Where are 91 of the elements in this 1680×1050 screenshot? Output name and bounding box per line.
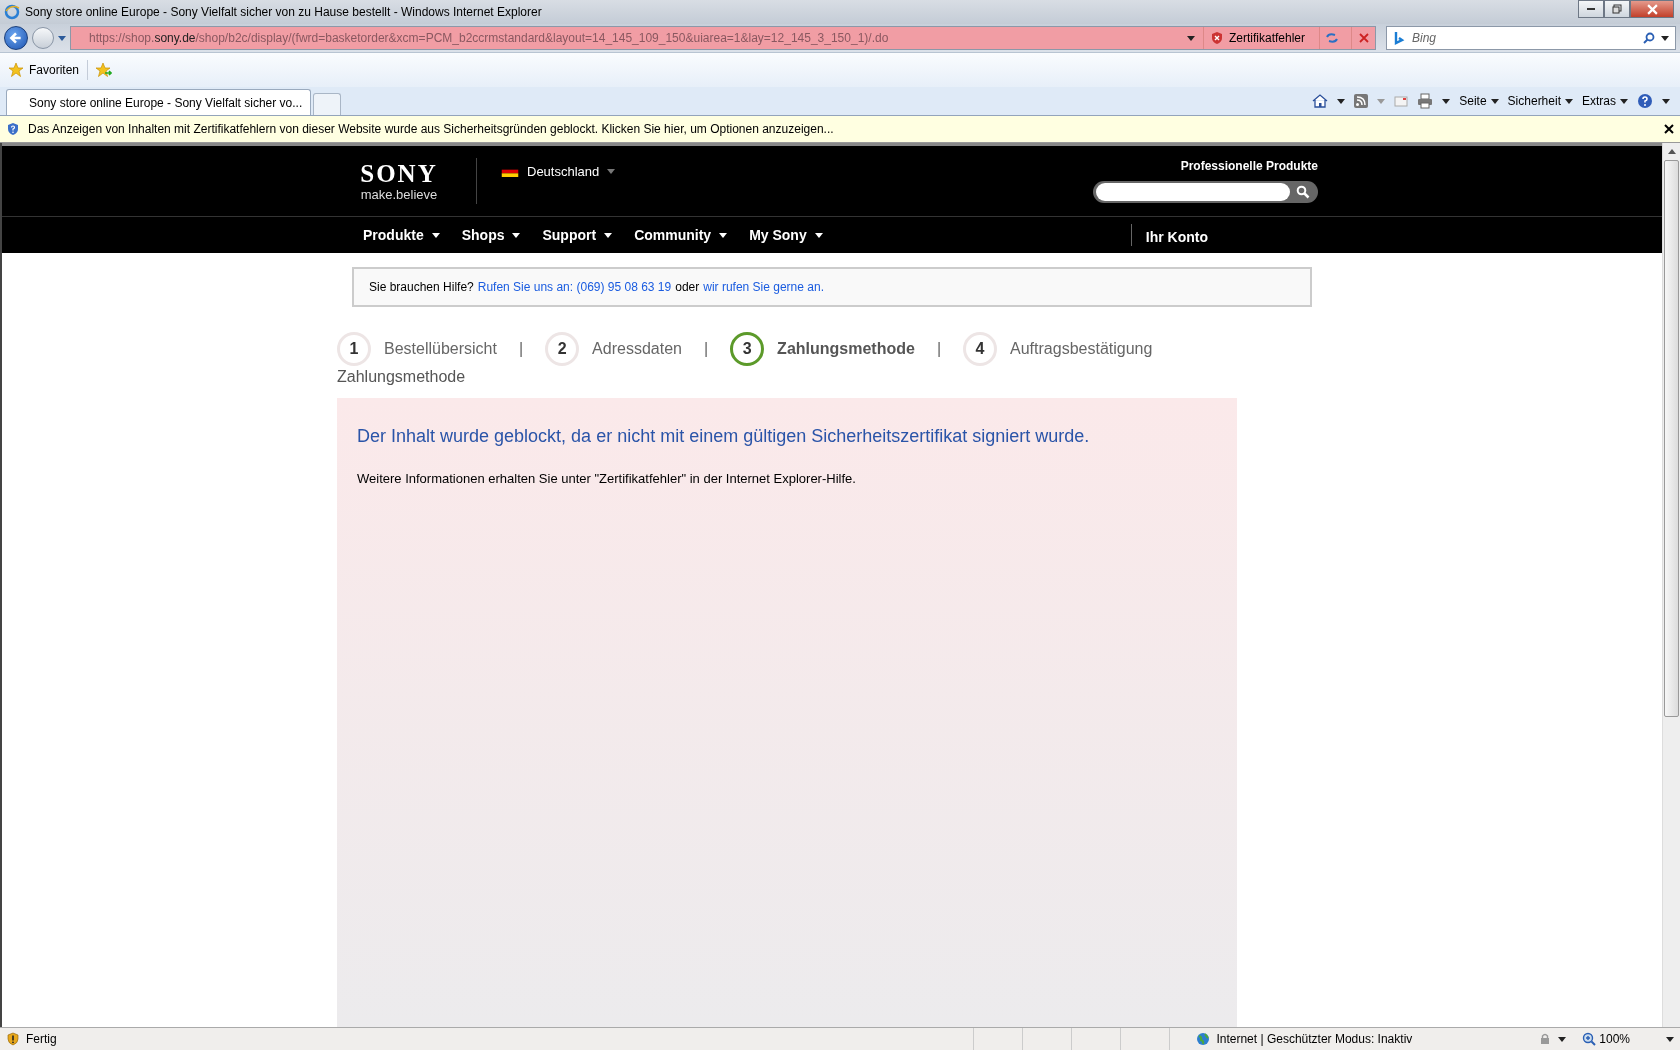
refresh-icon: [1324, 31, 1339, 45]
caret-icon: [814, 232, 823, 238]
back-button[interactable]: [4, 26, 28, 50]
caret-icon: [1620, 98, 1628, 104]
caret-icon: [604, 232, 613, 238]
nav-menu[interactable]: Community: [634, 227, 728, 243]
search-input[interactable]: [1096, 183, 1290, 201]
command-menu[interactable]: Seite: [1459, 94, 1499, 108]
phone-link[interactable]: Rufen Sie uns an: (069) 95 08 63 19: [477, 280, 672, 294]
minimize-button[interactable]: [1578, 0, 1604, 18]
caret-icon[interactable]: [1666, 1036, 1674, 1042]
close-button[interactable]: [1630, 0, 1674, 18]
information-bar[interactable]: Das Anzeigen von Inhalten mit Zertifikatfehlern von dieser Website wurde aus Sicherheitsgründen geblockt. Klicken Sie hier, um Optionen anzuzeigen...: [0, 116, 1680, 143]
back-arrow-icon: [9, 31, 23, 45]
step-separator: |: [703, 340, 709, 358]
caret-icon: [1565, 98, 1573, 104]
caret-icon: [607, 169, 616, 174]
step-separator: |: [518, 340, 524, 358]
step-number: 2: [545, 332, 580, 366]
help-icon[interactable]: [1637, 93, 1653, 109]
address-field[interactable]: https://shop.sony.de/shop/b2c/display/(fwrd=basketorder&xcm=PCM_b2ccrmstandard&layout=14_145_109_150&uiarea=1&lay=12_145_3_150_1)/.do Zertifikatfehler: [70, 26, 1376, 50]
caret-icon: [431, 232, 440, 238]
step-number: 3: [730, 332, 765, 366]
info-bar-text: Das Anzeigen von Inhalten mit Zertifikatfehlern von dieser Website wurde aus Sicherheitsgründen geblockt. Klicken Sie hier, um Optionen anzuzeigen...: [28, 122, 835, 136]
minimize-icon: [1587, 8, 1595, 10]
help-text: Sie brauchen Hilfe?: [369, 280, 474, 294]
search-input[interactable]: Bing: [1412, 31, 1637, 45]
step-separator: |: [936, 340, 942, 358]
country-selector[interactable]: Deutschland: [501, 164, 616, 179]
nav-menu[interactable]: Produkte: [363, 227, 440, 243]
tagline: make.believe: [360, 186, 438, 202]
nav-menu[interactable]: Shops: [461, 227, 521, 243]
account-link[interactable]: Ihr Konto: [1145, 228, 1208, 245]
step-label: Adressdaten: [592, 340, 682, 358]
close-icon: [1646, 3, 1658, 15]
caret-icon[interactable]: [1442, 98, 1451, 104]
close-icon: [1356, 31, 1371, 45]
step-number: 4: [963, 332, 998, 366]
home-icon[interactable]: [1312, 93, 1329, 109]
step-number: 1: [337, 332, 371, 366]
close-icon[interactable]: [1664, 124, 1674, 134]
favorites-button[interactable]: Favoriten: [8, 62, 80, 78]
print-icon[interactable]: [1417, 93, 1434, 109]
caret-icon[interactable]: [1662, 98, 1670, 104]
restore-icon: [1612, 4, 1622, 14]
caret-icon[interactable]: [1186, 35, 1195, 41]
feed-icon[interactable]: [1354, 94, 1369, 108]
step-label: Bestellübersicht: [384, 340, 497, 358]
sony-logo[interactable]: SONY: [360, 160, 438, 187]
globe-icon: [1196, 1032, 1211, 1046]
browser-tab[interactable]: Sony store online Europe - Sony Vielfalt sicher vo...: [6, 89, 312, 115]
vertical-scrollbar[interactable]: [1662, 143, 1680, 1027]
section-title: Zahlungsmethode: [337, 368, 467, 386]
security-zone-text: Internet | Geschützter Modus: Inaktiv: [1216, 1032, 1413, 1046]
maximize-button[interactable]: [1604, 0, 1630, 18]
shield-icon: [6, 122, 20, 136]
scroll-up-icon[interactable]: [1667, 149, 1676, 154]
blocked-heading: Der Inhalt wurde geblockt, da er nicht mit einem gültigen Sicherheitszertifikat signiert wurde.: [357, 426, 1091, 447]
warning-shield-icon: [6, 1032, 20, 1046]
caret-icon[interactable]: [1337, 98, 1346, 104]
nav-menu[interactable]: My Sony: [749, 227, 823, 243]
help-text: oder: [675, 280, 700, 294]
zoom-icon: [1582, 1032, 1597, 1046]
step-label: Zahlungsmethode: [777, 340, 915, 358]
bing-logo-icon: [1393, 31, 1407, 45]
caret-icon: [1490, 98, 1499, 104]
browser-logo-icon: [4, 4, 20, 20]
professional-products-link[interactable]: Professionelle Produkte: [1180, 159, 1318, 173]
command-menu[interactable]: Extras: [1582, 94, 1628, 108]
caret-icon[interactable]: [1661, 35, 1669, 41]
add-favorite-icon[interactable]: [96, 62, 113, 78]
zoom-button[interactable]: 100%: [1582, 1032, 1630, 1046]
star-icon: [8, 62, 24, 78]
search-bar[interactable]: Bing: [1386, 26, 1676, 50]
site-search-bar[interactable]: [1093, 181, 1318, 203]
url-text: https://shop.sony.de/shop/b2c/display/(fwrd=basketorder&xcm=PCM_b2ccrmstandard&layout=14_145_109_150&uiarea=1&lay=12_145_3_150_1)/.do: [89, 31, 890, 45]
callback-link[interactable]: wir rufen Sie gerne an.: [703, 280, 824, 294]
status-text: Fertig: [26, 1032, 58, 1046]
shield-icon: [1209, 31, 1224, 45]
certificate-error-button[interactable]: Zertifikatfehler: [1202, 27, 1311, 49]
search-icon[interactable]: [1642, 31, 1656, 45]
caret-icon: [719, 232, 728, 238]
blocked-info: Weitere Informationen erhalten Sie unter "Zertifikatfehler" in der Internet Explorer-Hilfe.: [357, 471, 857, 486]
step-label: Auftragsbestätigung: [1010, 340, 1153, 358]
mail-icon[interactable]: [1394, 94, 1409, 108]
window-title: Sony store online Europe - Sony Vielfalt sicher von zu Hause bestellt - Windows Internet Explorer: [25, 5, 542, 19]
caret-icon: [512, 232, 521, 238]
command-menu[interactable]: Sicherheit: [1507, 94, 1573, 108]
nav-menu[interactable]: Support: [542, 227, 613, 243]
search-icon[interactable]: [1296, 185, 1310, 199]
caret-icon[interactable]: [1558, 1036, 1567, 1042]
